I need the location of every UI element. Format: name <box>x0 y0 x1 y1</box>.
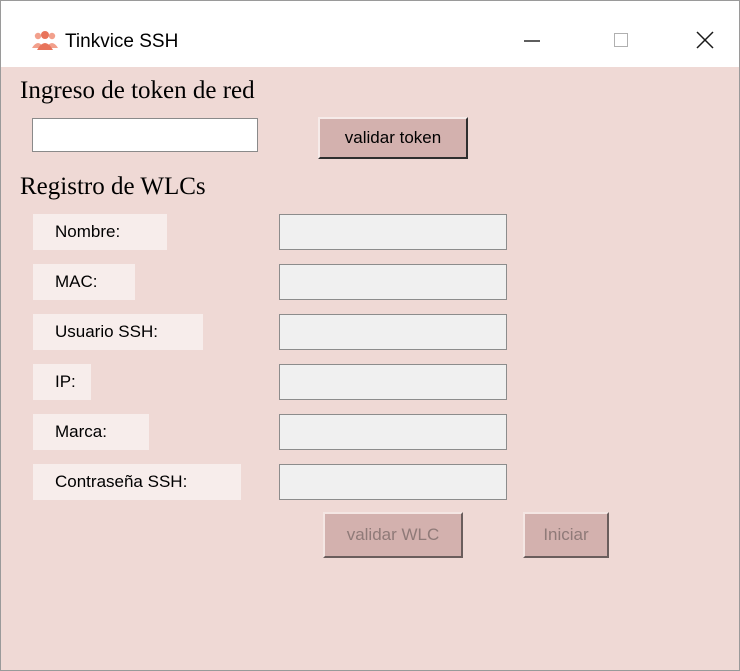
minimize-button[interactable] <box>501 21 561 65</box>
token-section-heading: Ingreso de token de red <box>20 77 255 104</box>
validate-token-button[interactable]: validar token <box>318 117 468 159</box>
nombre-label: Nombre: <box>33 214 167 250</box>
mac-label: MAC: <box>33 264 135 300</box>
app-window: Tinkvice SSH Ingreso de token de red val… <box>0 0 740 671</box>
contrasena-ssh-label: Contraseña SSH: <box>33 464 241 500</box>
usuario-ssh-label: Usuario SSH: <box>33 314 203 350</box>
close-icon <box>696 31 714 49</box>
marca-field[interactable] <box>279 414 507 450</box>
ip-field[interactable] <box>279 364 507 400</box>
ip-label: IP: <box>33 364 91 400</box>
contrasena-ssh-field[interactable] <box>279 464 507 500</box>
mac-field[interactable] <box>279 264 507 300</box>
minimize-icon <box>524 40 540 42</box>
validate-wlc-button[interactable]: validar WLC <box>323 512 463 558</box>
marca-label: Marca: <box>33 414 149 450</box>
start-button[interactable]: Iniciar <box>523 512 609 558</box>
token-input[interactable] <box>32 118 258 152</box>
maximize-button[interactable] <box>591 21 651 65</box>
close-button[interactable] <box>681 21 739 65</box>
window-title: Tinkvice SSH <box>65 31 179 52</box>
wlc-section-heading: Registro de WLCs <box>20 173 206 200</box>
nombre-field[interactable] <box>279 214 507 250</box>
usuario-ssh-field[interactable] <box>279 314 507 350</box>
title-bar[interactable]: Tinkvice SSH <box>1 1 739 67</box>
people-group-icon <box>31 29 59 51</box>
maximize-icon <box>614 33 628 47</box>
